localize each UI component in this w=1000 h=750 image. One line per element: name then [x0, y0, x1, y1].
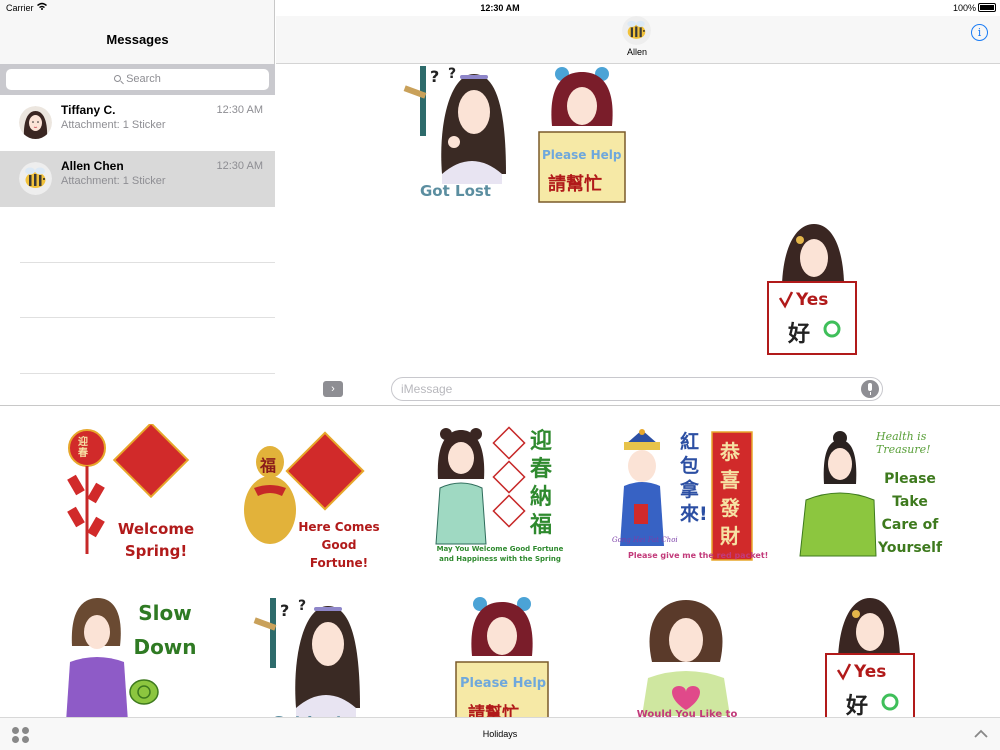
sticker-yes[interactable]: Yes 好 [764, 222, 860, 357]
sticker-label-cn: 紅包拿來! [680, 431, 708, 525]
svg-text:?: ? [430, 67, 439, 86]
sticker-yes-2[interactable]: Yes 好 [820, 596, 920, 723]
sticker-got-lost-2[interactable]: ? ? Got Lost [252, 596, 372, 731]
svg-text:?: ? [448, 66, 456, 82]
conversation-preview: Attachment: 1 Sticker [61, 175, 166, 187]
sticker-label-script: Gong Hei Fat Choi [612, 536, 678, 544]
sticker-caption: Yes [796, 290, 829, 310]
sticker-caption: Yes [854, 662, 887, 682]
sidebar: Messages Search Tiffany C. Attachment: 1… [0, 0, 275, 405]
sticker-drawer: 迎春 Welcome Spring! 福 Here Comes Good For… [0, 405, 1000, 750]
search-placeholder: Search [126, 73, 161, 85]
conversation-time: 12:30 AM [216, 104, 263, 116]
sidebar-header: Messages [0, 16, 275, 64]
sticker-slow-down[interactable]: Slow Down [62, 596, 202, 722]
sticker-caption: May You Welcome Good Fortune and Happine… [436, 545, 564, 563]
conversation-time: 12:30 AM [216, 160, 263, 172]
sticker-caption: Welcome Spring! [117, 520, 195, 560]
sticker-label-cn: 迎春 [78, 437, 88, 459]
list-divider [20, 262, 275, 263]
conversation-name: Tiffany C. [61, 103, 116, 117]
list-divider [20, 317, 275, 318]
svg-text:?: ? [280, 601, 289, 620]
avatar [19, 106, 52, 139]
sticker-label-script: Health is Treasure! [876, 430, 931, 456]
message-input[interactable]: iMessage [391, 377, 883, 401]
sticker-caption: Please give me the red packet! [628, 551, 769, 560]
conversation-preview: Attachment: 1 Sticker [61, 119, 166, 131]
clock: 12:30 AM [480, 3, 520, 13]
sticker-take-care[interactable]: Health is Treasure! Please Take Care of … [796, 428, 946, 563]
search-icon [114, 75, 122, 82]
conversation-item-allen[interactable]: Allen Chen Attachment: 1 Sticker 12:30 A… [0, 151, 275, 207]
compose-bar: › iMessage [276, 372, 1000, 406]
sticker-please-help[interactable]: Please Help 請幫忙 [534, 66, 630, 206]
sticker-caption: Please Help [460, 676, 547, 691]
sidebar-title: Messages [106, 32, 169, 47]
sticker-label-cn: 福 [260, 456, 277, 475]
conversation-item-tiffany[interactable]: Tiffany C. Attachment: 1 Sticker 12:30 A… [0, 95, 275, 151]
avatar [19, 162, 52, 195]
sticker-good-fortune[interactable]: 福 Here Comes Good Fortune! [240, 430, 390, 570]
conversation-header: Allen i [276, 16, 1000, 64]
sticker-caption: Got Lost [420, 182, 491, 200]
sticker-label-cn2: 恭喜發財 [720, 440, 740, 548]
sticker-caption-cn: 好 [788, 322, 811, 347]
conversation-name: Allen Chen [61, 159, 124, 173]
sticker-red-packet[interactable]: 紅包拿來! 恭喜發財 Gong Hei Fat Choi Please give… [612, 426, 769, 566]
contact-avatar[interactable] [622, 16, 651, 45]
sticker-label-cn: 迎春納福 [530, 429, 553, 538]
list-divider [20, 373, 275, 374]
sticker-label-cn: 好 [846, 694, 869, 719]
conversation-list: Tiffany C. Attachment: 1 Sticker 12:30 A… [0, 95, 275, 405]
sticker-caption: Please Help [542, 148, 622, 162]
chevron-right-icon: › [331, 383, 335, 395]
sticker-please-help-2[interactable]: Please Help 請幫忙 [452, 596, 552, 724]
sticker-welcome-fortune[interactable]: 迎春納福 May You Welcome Good Fortune and Ha… [430, 424, 570, 569]
contact-name[interactable]: Allen [576, 47, 698, 57]
sticker-caption-cn: 請幫忙 [548, 174, 602, 195]
battery-icon [978, 3, 996, 12]
status-bar: Carrier 12:30 AM 100% [0, 0, 1000, 16]
microphone-button[interactable] [861, 380, 879, 398]
battery-percent: 100% [952, 3, 976, 13]
sticker-caption: Slow Down [133, 601, 197, 659]
app-drawer-toggle-button[interactable]: › [323, 381, 343, 397]
conversation-area: ? ? Got Lost Please Help 請幫忙 Yes 好 [276, 64, 1000, 405]
drawer-footer: Holidays [0, 717, 1000, 750]
info-button[interactable]: i [971, 24, 988, 41]
search-input[interactable]: Search [6, 69, 269, 90]
sticker-welcome-spring[interactable]: 迎春 Welcome Spring! [65, 421, 205, 564]
info-icon: i [977, 26, 982, 39]
search-bar: Search [0, 64, 275, 95]
svg-text:?: ? [298, 598, 306, 614]
sticker-caption: Here Comes Good Fortune! [298, 520, 380, 570]
sticker-caption: Please Take Care of Yourself [878, 471, 943, 556]
sticker-would-you-like[interactable]: Would You Like to [632, 596, 742, 722]
sticker-pack-label: Holidays [482, 729, 518, 739]
sticker-got-lost[interactable]: ? ? Got Lost [402, 64, 512, 204]
chevron-up-icon[interactable] [974, 727, 988, 741]
